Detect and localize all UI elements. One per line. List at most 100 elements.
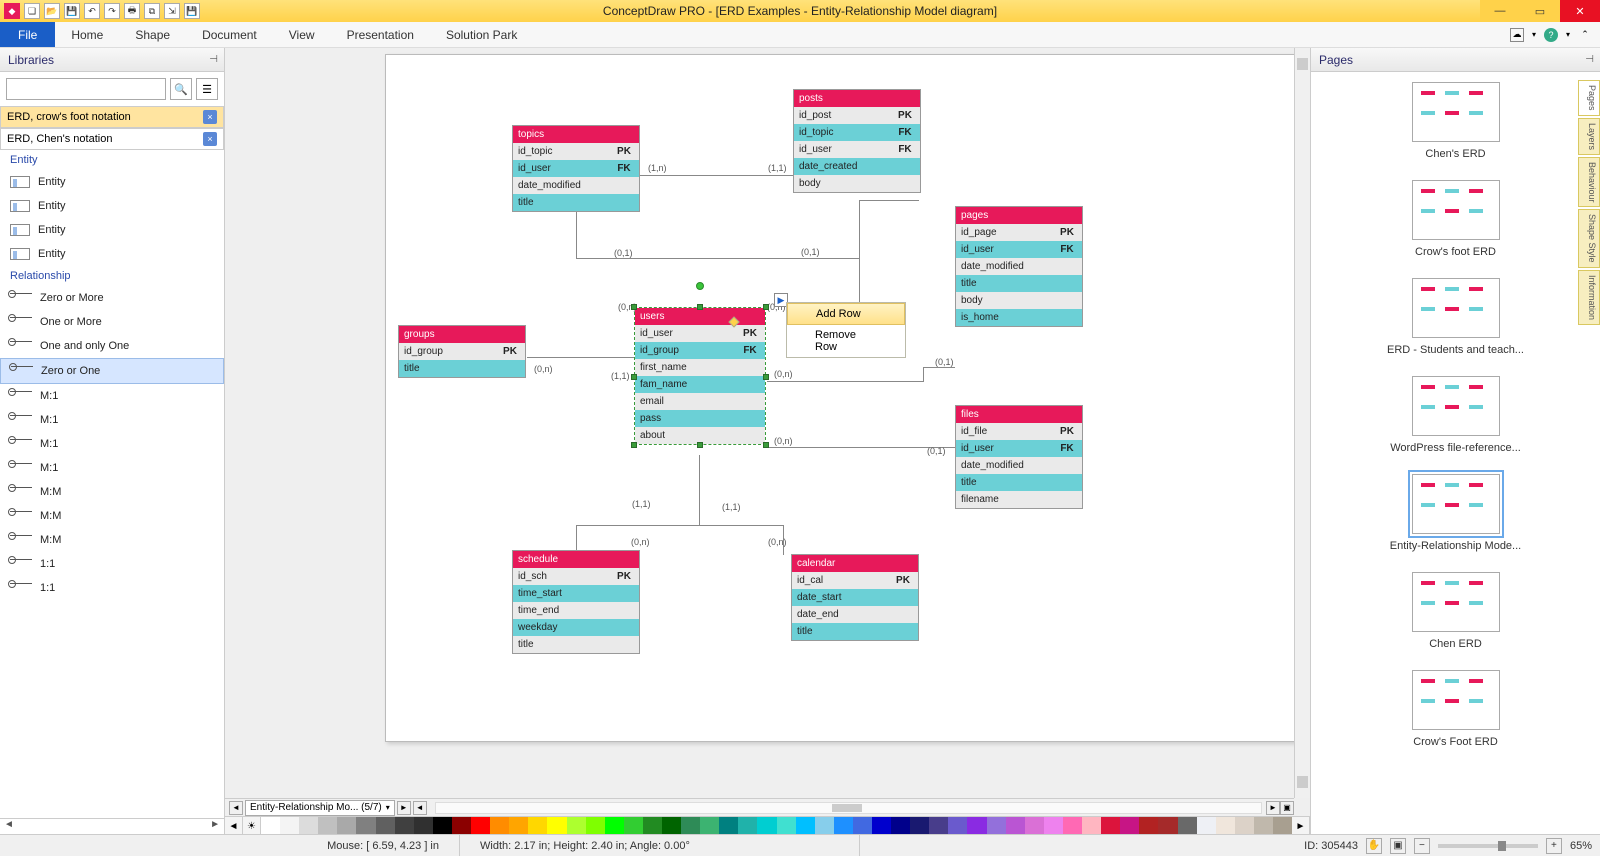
- color-swatch[interactable]: [910, 817, 929, 834]
- zoom-in-icon[interactable]: +: [1546, 838, 1562, 854]
- color-swatch[interactable]: [624, 817, 643, 834]
- color-swatch[interactable]: [1235, 817, 1254, 834]
- app-icon[interactable]: ◆: [4, 3, 20, 19]
- library-item-entity[interactable]: Entity: [0, 170, 224, 194]
- swatch-prev-icon[interactable]: ◄: [225, 817, 243, 835]
- selection-handle[interactable]: [763, 304, 769, 310]
- color-swatch[interactable]: [948, 817, 967, 834]
- entity-topics[interactable]: topics id_topicPK id_userFK date_modifie…: [512, 125, 640, 212]
- context-menu-add-row[interactable]: Add Row: [787, 303, 905, 325]
- cloud-icon[interactable]: ☁: [1510, 28, 1524, 42]
- page-thumbnail[interactable]: Crow's Foot ERD: [1311, 660, 1600, 758]
- entity-calendar[interactable]: calendar id_calPK date_start date_end ti…: [791, 554, 919, 641]
- color-swatch[interactable]: [1082, 817, 1101, 834]
- side-tab-pages[interactable]: Pages: [1578, 80, 1600, 116]
- qa-redo-icon[interactable]: ↷: [104, 3, 120, 19]
- library-category-chens[interactable]: ERD, Chen's notation ×: [0, 128, 224, 150]
- color-swatch[interactable]: [738, 817, 757, 834]
- qa-new-icon[interactable]: ❏: [24, 3, 40, 19]
- library-item-m1[interactable]: M:1: [0, 408, 224, 432]
- entity-users[interactable]: users id_userPK id_groupFK first_name fa…: [634, 307, 766, 445]
- color-swatch[interactable]: [1216, 817, 1235, 834]
- scroll-left-button[interactable]: ◄: [413, 801, 427, 815]
- page-thumbnail[interactable]: WordPress file-reference...: [1311, 366, 1600, 464]
- color-swatch[interactable]: [414, 817, 433, 834]
- color-swatch[interactable]: [586, 817, 605, 834]
- color-swatch[interactable]: [872, 817, 891, 834]
- color-swatch[interactable]: [757, 817, 776, 834]
- color-swatch[interactable]: [509, 817, 528, 834]
- file-menu[interactable]: File: [0, 22, 55, 47]
- page-thumbnail[interactable]: Chen ERD: [1311, 562, 1600, 660]
- library-item-entity[interactable]: Entity: [0, 242, 224, 266]
- library-item-entity[interactable]: Entity: [0, 218, 224, 242]
- selection-handle[interactable]: [697, 442, 703, 448]
- color-swatch[interactable]: [567, 817, 586, 834]
- page-thumbnail[interactable]: Chen's ERD: [1311, 72, 1600, 170]
- entity-posts[interactable]: posts id_postPK id_topicFK id_userFK dat…: [793, 89, 921, 193]
- color-swatch[interactable]: [987, 817, 1006, 834]
- library-category-crows-foot[interactable]: ERD, crow's foot notation ×: [0, 106, 224, 128]
- entity-files[interactable]: files id_filePK id_userFK date_modified …: [955, 405, 1083, 509]
- color-swatch[interactable]: [929, 817, 948, 834]
- minimize-button[interactable]: —: [1480, 0, 1520, 22]
- connector[interactable]: [923, 367, 955, 368]
- drawing-page[interactable]: (1,n) (1,1) (0,1) (0,1) (0,n) (0,n) (0,n…: [385, 54, 1310, 742]
- library-item-m1[interactable]: M:1: [0, 384, 224, 408]
- entity-pages[interactable]: pages id_pagePK id_userFK date_modified …: [955, 206, 1083, 327]
- side-tab-behaviour[interactable]: Behaviour: [1578, 157, 1600, 208]
- connector[interactable]: [767, 381, 923, 382]
- context-menu-remove-row[interactable]: Remove Row: [787, 325, 905, 357]
- canvas-viewport[interactable]: (1,n) (1,1) (0,1) (0,1) (0,n) (0,n) (0,n…: [225, 48, 1310, 816]
- page-thumbnail[interactable]: ERD - Students and teach...: [1311, 268, 1600, 366]
- connector[interactable]: [576, 258, 859, 259]
- library-item-mm[interactable]: M:M: [0, 528, 224, 552]
- library-item-one-or-more[interactable]: One or More: [0, 310, 224, 334]
- color-swatch[interactable]: [891, 817, 910, 834]
- selection-handle[interactable]: [631, 374, 637, 380]
- library-hscroll[interactable]: ◄►: [0, 818, 224, 834]
- page-thumbnail[interactable]: Entity-Relationship Mode...: [1311, 464, 1600, 562]
- color-swatch[interactable]: [681, 817, 700, 834]
- color-swatch[interactable]: [337, 817, 356, 834]
- library-search-input[interactable]: [6, 78, 166, 100]
- help-icon[interactable]: ?: [1544, 28, 1558, 42]
- menu-presentation[interactable]: Presentation: [331, 22, 430, 47]
- qa-export-icon[interactable]: ⇲: [164, 3, 180, 19]
- color-swatch[interactable]: [1197, 817, 1216, 834]
- library-item-one-and-only-one[interactable]: One and only One: [0, 334, 224, 358]
- connector[interactable]: [639, 175, 794, 176]
- swatch-options-icon[interactable]: ☀: [243, 817, 261, 835]
- library-item-entity[interactable]: Entity: [0, 194, 224, 218]
- color-swatch[interactable]: [1044, 817, 1063, 834]
- search-icon[interactable]: 🔍: [170, 78, 192, 100]
- color-swatch[interactable]: [1254, 817, 1273, 834]
- hand-tool-icon[interactable]: ✋: [1366, 838, 1382, 854]
- color-swatch[interactable]: [1120, 817, 1139, 834]
- library-item-m1[interactable]: M:1: [0, 432, 224, 456]
- zoom-slider-thumb[interactable]: [1498, 841, 1506, 851]
- connector[interactable]: [576, 525, 783, 526]
- page-thumbnail[interactable]: Crow's foot ERD: [1311, 170, 1600, 268]
- connector[interactable]: [859, 200, 860, 313]
- color-swatch[interactable]: [452, 817, 471, 834]
- qa-saveall-icon[interactable]: 💾: [184, 3, 200, 19]
- library-item-11[interactable]: 1:1: [0, 552, 224, 576]
- maximize-button[interactable]: ▭: [1520, 0, 1560, 22]
- swatch-next-icon[interactable]: ►: [1292, 817, 1310, 835]
- expand-ribbon-icon[interactable]: ⌃: [1578, 28, 1592, 42]
- color-swatch[interactable]: [1158, 817, 1177, 834]
- zoom-out-icon[interactable]: −: [1414, 838, 1430, 854]
- color-swatch[interactable]: [662, 817, 681, 834]
- side-tab-shape-style[interactable]: Shape Style: [1578, 209, 1600, 268]
- color-swatch[interactable]: [1063, 817, 1082, 834]
- menu-home[interactable]: Home: [55, 22, 119, 47]
- page-prev-button[interactable]: ◄: [229, 801, 243, 815]
- color-swatch[interactable]: [796, 817, 815, 834]
- selection-handle[interactable]: [763, 442, 769, 448]
- color-swatch[interactable]: [261, 817, 280, 834]
- color-swatch[interactable]: [834, 817, 853, 834]
- color-swatch[interactable]: [356, 817, 375, 834]
- color-swatch[interactable]: [433, 817, 452, 834]
- color-swatch[interactable]: [853, 817, 872, 834]
